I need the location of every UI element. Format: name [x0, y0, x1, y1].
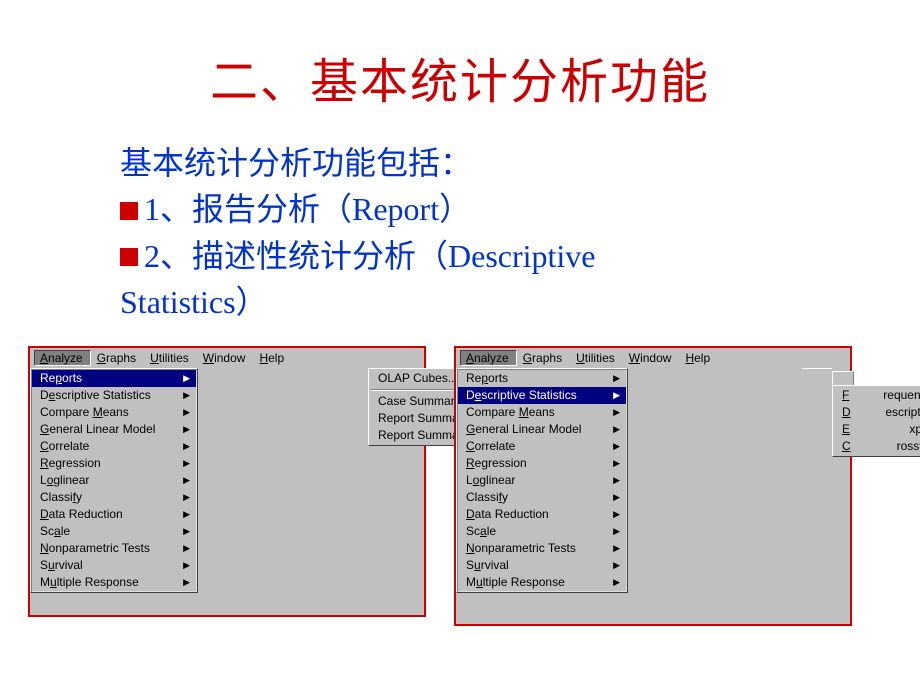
menu-item[interactable]: Nonparametric Tests▶ — [32, 540, 196, 557]
menu-item[interactable]: Survival▶ — [458, 557, 626, 574]
submenu-arrow-icon: ▶ — [183, 373, 190, 384]
menu-item[interactable]: Data Reduction▶ — [458, 506, 626, 523]
submenu-arrow-icon: ▶ — [613, 577, 620, 588]
body-line-2: 1、报告分析（Report） — [120, 186, 860, 232]
body-line-1: 基本统计分析功能包括： — [120, 140, 860, 186]
submenu-arrow-icon: ▶ — [183, 390, 190, 401]
analyze-dropdown: Reports▶Descriptive Statistics▶Compare M… — [456, 368, 628, 593]
submenu-arrow-icon: ▶ — [183, 441, 190, 452]
menu-item[interactable]: Compare Means▶ — [32, 404, 196, 421]
bullet-icon — [120, 248, 138, 266]
submenu-item[interactable]: Explore... — [834, 421, 920, 438]
menu-item[interactable]: Correlate▶ — [32, 438, 196, 455]
menu-item[interactable]: Scale▶ — [458, 523, 626, 540]
submenu-arrow-icon: ▶ — [613, 458, 620, 469]
menu-item[interactable]: General Linear Model▶ — [32, 421, 196, 438]
submenu-item[interactable]: Crosstabs... — [834, 438, 920, 455]
page-title: 二、基本统计分析功能 — [0, 0, 920, 140]
submenu-arrow-icon: ▶ — [613, 560, 620, 571]
submenu-arrow-icon: ▶ — [613, 475, 620, 486]
menu-item[interactable]: Data Reduction▶ — [32, 506, 196, 523]
bullet-icon — [120, 202, 138, 220]
menu-item[interactable]: Multiple Response▶ — [458, 574, 626, 591]
menubar-analyze[interactable]: Analyze — [34, 350, 91, 366]
screenshot-descriptives: Analyze Graphs Utilities Window Help Rep… — [454, 346, 852, 626]
submenu-arrow-icon: ▶ — [613, 373, 620, 384]
submenu-arrow-icon: ▶ — [183, 458, 190, 469]
menubar-window[interactable]: Window — [197, 350, 254, 366]
submenu-arrow-icon: ▶ — [183, 492, 190, 503]
menubar-help[interactable]: Help — [253, 350, 292, 366]
submenu-arrow-icon: ▶ — [613, 424, 620, 435]
descriptives-submenu: Frequencies...Descriptives...Explore...C… — [832, 385, 920, 457]
submenu-arrow-icon: ▶ — [183, 543, 190, 554]
body-line-3: 2、描述性统计分析（Descriptive — [120, 233, 860, 279]
menubar-graphs[interactable]: Graphs — [517, 350, 570, 366]
menu-item[interactable]: Loglinear▶ — [458, 472, 626, 489]
menu-item[interactable]: Nonparametric Tests▶ — [458, 540, 626, 557]
menubar-window[interactable]: Window — [623, 350, 680, 366]
submenu-arrow-icon: ▶ — [183, 577, 190, 588]
submenu-arrow-icon: ▶ — [183, 424, 190, 435]
menu-item[interactable]: Survival▶ — [32, 557, 196, 574]
menu-item[interactable]: Classify▶ — [32, 489, 196, 506]
submenu-arrow-icon: ▶ — [613, 390, 620, 401]
submenu-arrow-icon: ▶ — [613, 509, 620, 520]
body-line-4: Statistics） — [120, 279, 860, 325]
toolbar-area — [802, 368, 832, 392]
submenu-arrow-icon: ▶ — [613, 526, 620, 537]
menu-item[interactable]: Loglinear▶ — [32, 472, 196, 489]
screenshots-row: Analyze Graphs Utilities Window Help Rep… — [0, 326, 920, 626]
menubar: Analyze Graphs Utilities Window Help — [456, 348, 850, 368]
submenu-item[interactable]: Frequencies... — [834, 387, 920, 404]
submenu-item[interactable]: Descriptives... — [834, 404, 920, 421]
submenu-arrow-icon: ▶ — [183, 526, 190, 537]
submenu-arrow-icon: ▶ — [183, 475, 190, 486]
menubar-analyze[interactable]: Analyze — [460, 350, 517, 366]
submenu-arrow-icon: ▶ — [613, 492, 620, 503]
menubar-help[interactable]: Help — [679, 350, 718, 366]
submenu-arrow-icon: ▶ — [613, 441, 620, 452]
menu-item[interactable]: Regression▶ — [458, 455, 626, 472]
menubar-utilities[interactable]: Utilities — [144, 350, 197, 366]
submenu-arrow-icon: ▶ — [183, 407, 190, 418]
menu-item[interactable]: Correlate▶ — [458, 438, 626, 455]
menu-item[interactable]: General Linear Model▶ — [458, 421, 626, 438]
submenu-arrow-icon: ▶ — [613, 407, 620, 418]
menu-item[interactable]: Compare Means▶ — [458, 404, 626, 421]
screenshot-reports: Analyze Graphs Utilities Window Help Rep… — [28, 346, 426, 617]
menu-item[interactable]: Multiple Response▶ — [32, 574, 196, 591]
menu-item[interactable]: Regression▶ — [32, 455, 196, 472]
analyze-dropdown: Reports▶Descriptive Statistics▶Compare M… — [30, 368, 198, 593]
menu-item[interactable]: Descriptive Statistics▶ — [458, 387, 626, 404]
menubar-graphs[interactable]: Graphs — [91, 350, 144, 366]
submenu-arrow-icon: ▶ — [183, 560, 190, 571]
menubar-utilities[interactable]: Utilities — [570, 350, 623, 366]
submenu-arrow-icon: ▶ — [613, 543, 620, 554]
menu-item[interactable]: Reports▶ — [32, 370, 196, 387]
submenu-arrow-icon: ▶ — [183, 509, 190, 520]
menu-item[interactable]: Scale▶ — [32, 523, 196, 540]
menubar: Analyze Graphs Utilities Window Help — [30, 348, 424, 368]
body-text: 基本统计分析功能包括： 1、报告分析（Report） 2、描述性统计分析（Des… — [0, 140, 920, 326]
menu-item[interactable]: Classify▶ — [458, 489, 626, 506]
menu-item[interactable]: Reports▶ — [458, 370, 626, 387]
menu-item[interactable]: Descriptive Statistics▶ — [32, 387, 196, 404]
